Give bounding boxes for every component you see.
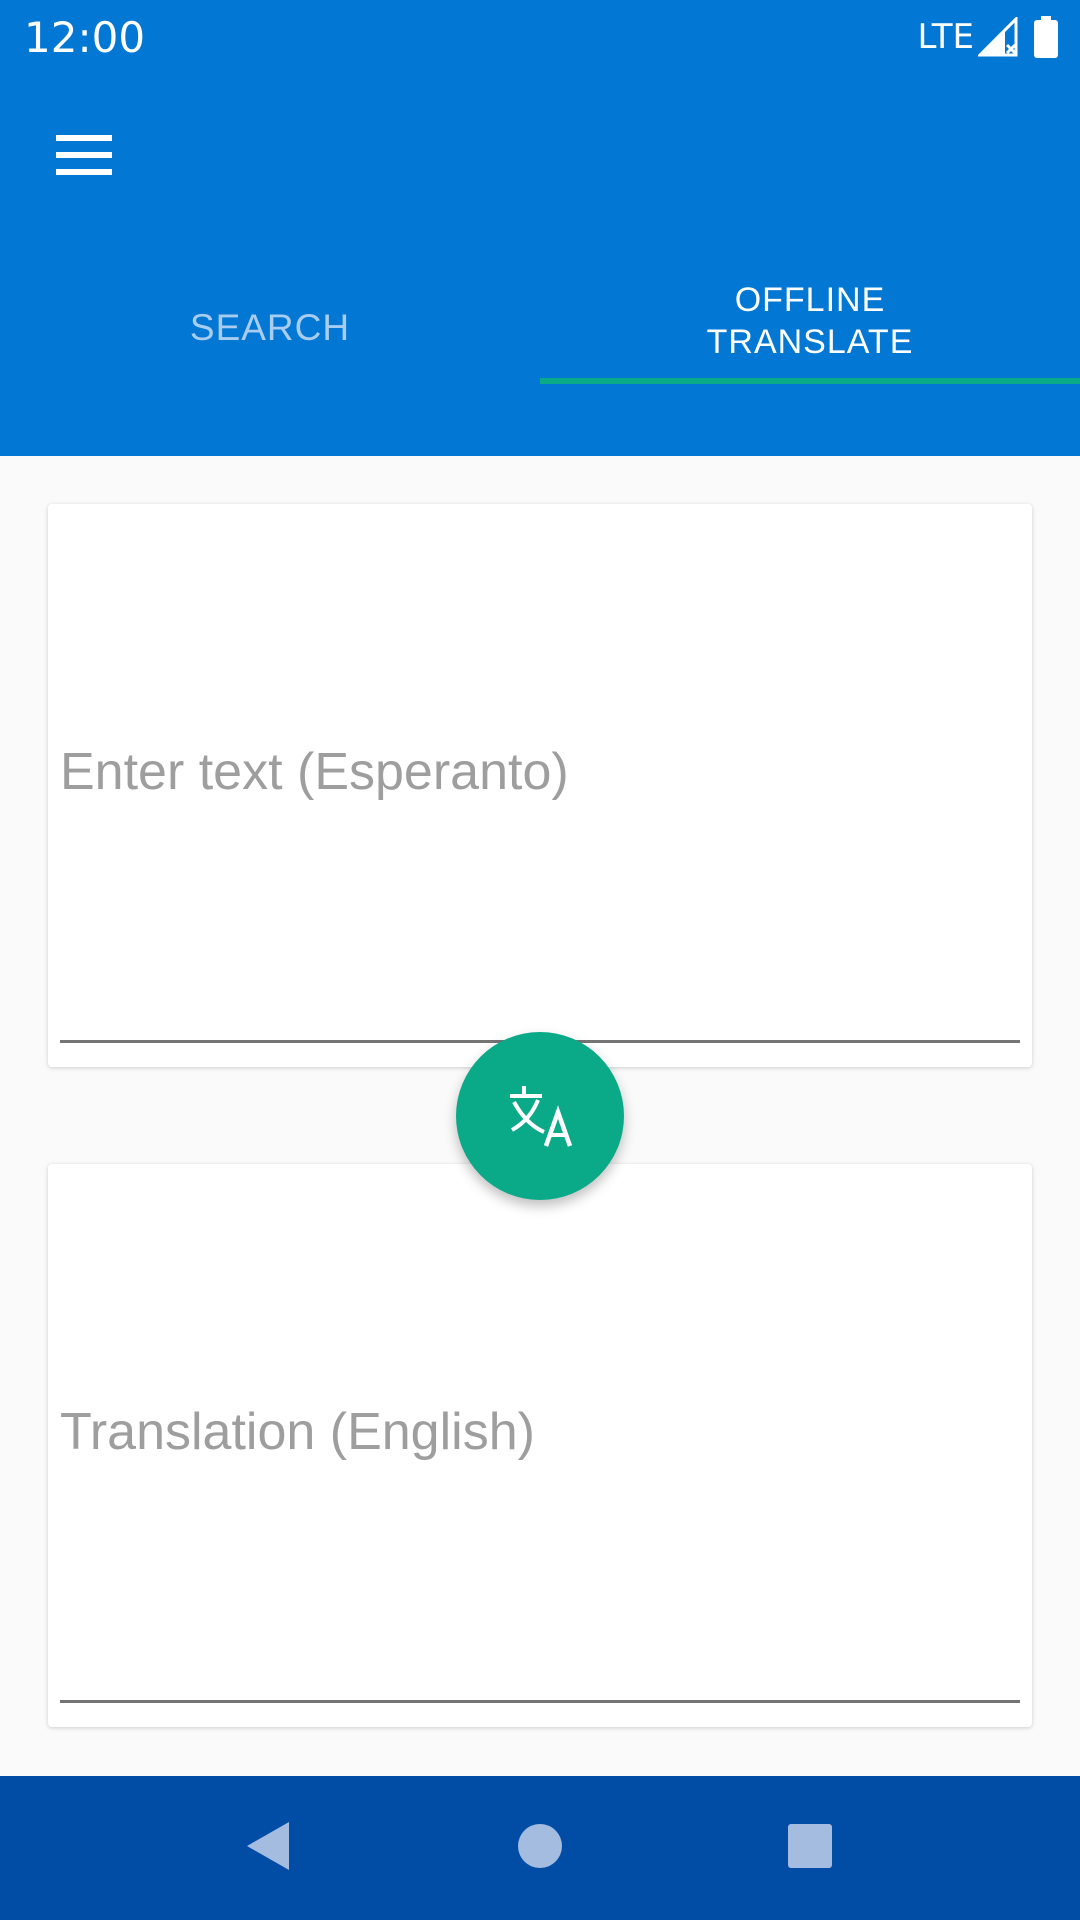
signal-icon [978,17,1018,57]
translate-button[interactable] [456,1032,624,1200]
translate-icon [504,1080,576,1152]
status-time: 12:00 [24,13,146,62]
translation-card: Translation (English) [48,1164,1032,1727]
home-icon [516,1822,564,1874]
menu-button[interactable] [28,115,140,195]
status-icons: LTE [917,14,1058,60]
back-button[interactable] [220,1800,316,1896]
tab-search-label: SEARCH [189,307,351,348]
recents-icon [786,1822,834,1874]
source-placeholder: Enter text (Esperanto) [60,743,569,801]
source-text-field[interactable]: Enter text (Esperanto) [60,504,1020,1043]
tab-indicator [540,378,1080,384]
translation-text-field[interactable]: Translation (English) [60,1164,1020,1703]
source-card: Enter text (Esperanto) [48,504,1032,1067]
tab-offline-translate-label: OFFLINE TRANSLATE [706,281,914,361]
tab-offline-translate[interactable]: OFFLINE TRANSLATE [540,265,1080,455]
menu-icon [28,115,140,195]
translation-placeholder: Translation (English) [60,1403,535,1461]
battery-icon [1034,16,1058,58]
tab-search[interactable]: SEARCH [0,265,540,455]
navigation-bar [0,1776,1080,1920]
network-type: LTE [917,17,974,57]
home-button[interactable] [492,1800,588,1896]
recents-button[interactable] [762,1800,858,1896]
app-bar: SEARCH OFFLINE TRANSLATE [0,75,1080,456]
status-bar: 12:00 LTE [0,0,1080,75]
back-icon [243,1820,293,1876]
